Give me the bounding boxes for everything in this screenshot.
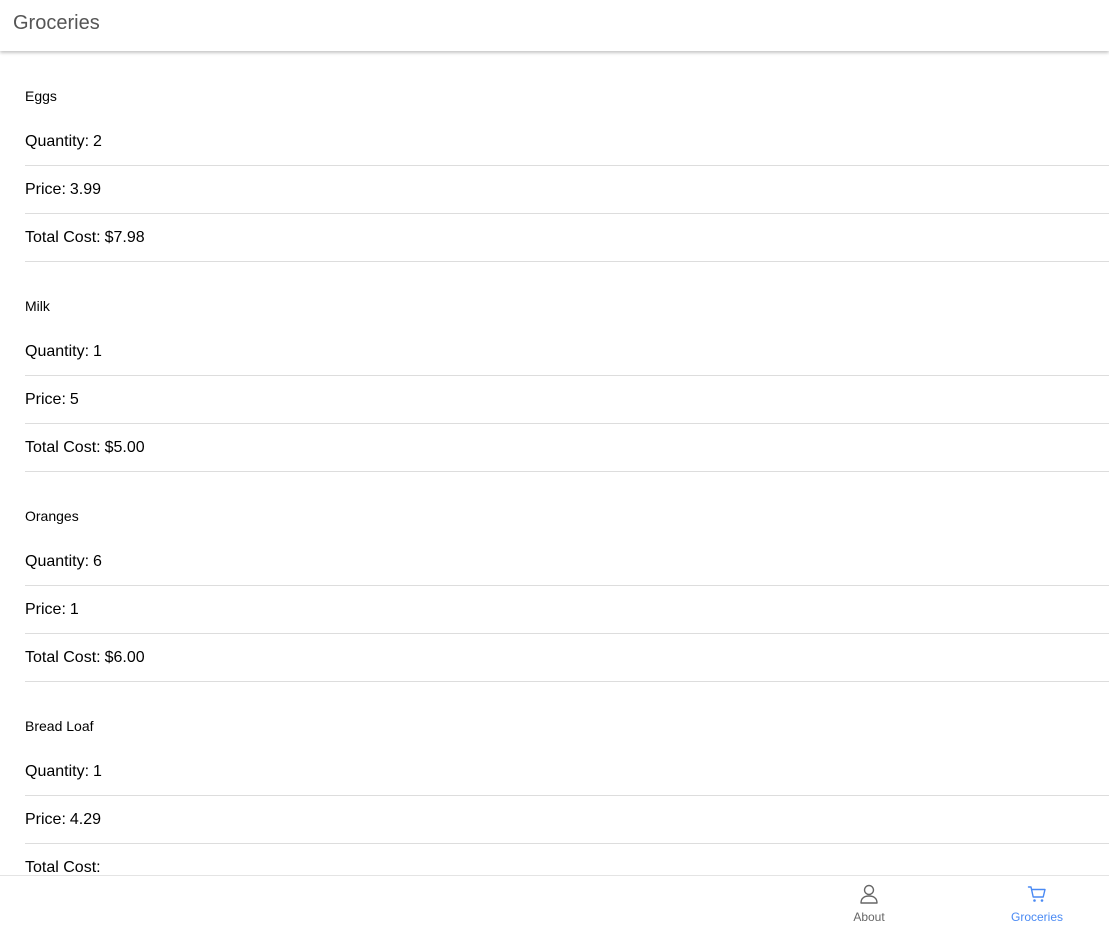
price-label: Price: (25, 391, 66, 408)
quantity-row: Quantity: 1 (25, 748, 1109, 796)
price-value: 4.29 (69, 811, 102, 828)
quantity-value: 6 (93, 553, 102, 570)
quantity-row: Quantity: 1 (25, 328, 1109, 376)
tab-groceries[interactable]: Groceries (967, 876, 1107, 930)
grocery-item: Bread Loaf Quantity: 1 Price: 4.29 Total C… (25, 682, 1109, 875)
total-cost-value: $5.00 (104, 439, 145, 456)
grocery-item-name: Milk (25, 298, 50, 314)
bottom-tab-bar: About Groceries (0, 875, 1109, 930)
total-cost-value: $7.98 (104, 229, 145, 246)
price-value: 5 (69, 391, 79, 408)
total-cost-row: Total Cost: $7.98 (25, 214, 1109, 262)
quantity-value: 1 (93, 763, 102, 780)
quantity-label: Quantity: (25, 133, 90, 150)
price-value: 1 (69, 601, 79, 618)
app-header: Groceries (0, 0, 1109, 51)
quantity-value: 1 (93, 343, 102, 360)
total-cost-label: Total Cost: (25, 439, 101, 456)
total-cost-row: Total Cost: $6.00 (25, 634, 1109, 682)
tab-groceries-label: Groceries (1010, 910, 1063, 924)
price-label: Price: (25, 181, 66, 198)
total-cost-row: Total Cost: (25, 844, 1109, 875)
grocery-item: Oranges Quantity: 6 Price: 1 Total Cost: $6… (25, 472, 1109, 682)
price-label: Price: (25, 601, 66, 618)
quantity-row: Quantity: 6 (25, 538, 1109, 586)
cart-icon (1027, 884, 1047, 904)
price-row: Price: 1 (25, 586, 1109, 634)
grocery-item-name: Oranges (25, 508, 79, 524)
page-title: Groceries (13, 12, 100, 34)
total-cost-value: $6.00 (104, 649, 145, 666)
price-row: Price: 5 (25, 376, 1109, 424)
price-row: Price: 3.99 (25, 166, 1109, 214)
quantity-label: Quantity: (25, 343, 90, 360)
person-icon (859, 884, 879, 904)
price-value: 3.99 (69, 181, 102, 198)
total-cost-label: Total Cost: (25, 649, 101, 666)
total-cost-label: Total Cost: (25, 229, 101, 246)
grocery-item: Eggs Quantity: 2 Price: 3.99 Total Cost: $7… (25, 52, 1109, 262)
quantity-label: Quantity: (25, 763, 90, 780)
grocery-item: Milk Quantity: 1 Price: 5 Total Cost: $5.00 (25, 262, 1109, 472)
groceries-list[interactable]: Eggs Quantity: 2 Price: 3.99 Total Cost: $7… (0, 52, 1109, 875)
price-label: Price: (25, 811, 66, 828)
quantity-label: Quantity: (25, 553, 90, 570)
total-cost-row: Total Cost: $5.00 (25, 424, 1109, 472)
total-cost-label: Total Cost: (25, 859, 101, 875)
quantity-value: 2 (93, 133, 102, 150)
quantity-row: Quantity: 2 (25, 118, 1109, 166)
grocery-item-name: Eggs (25, 88, 57, 104)
grocery-item-name: Bread Loaf (25, 718, 94, 734)
tab-about[interactable]: About (799, 876, 939, 930)
tab-about-label: About (853, 910, 885, 924)
price-row: Price: 4.29 (25, 796, 1109, 844)
